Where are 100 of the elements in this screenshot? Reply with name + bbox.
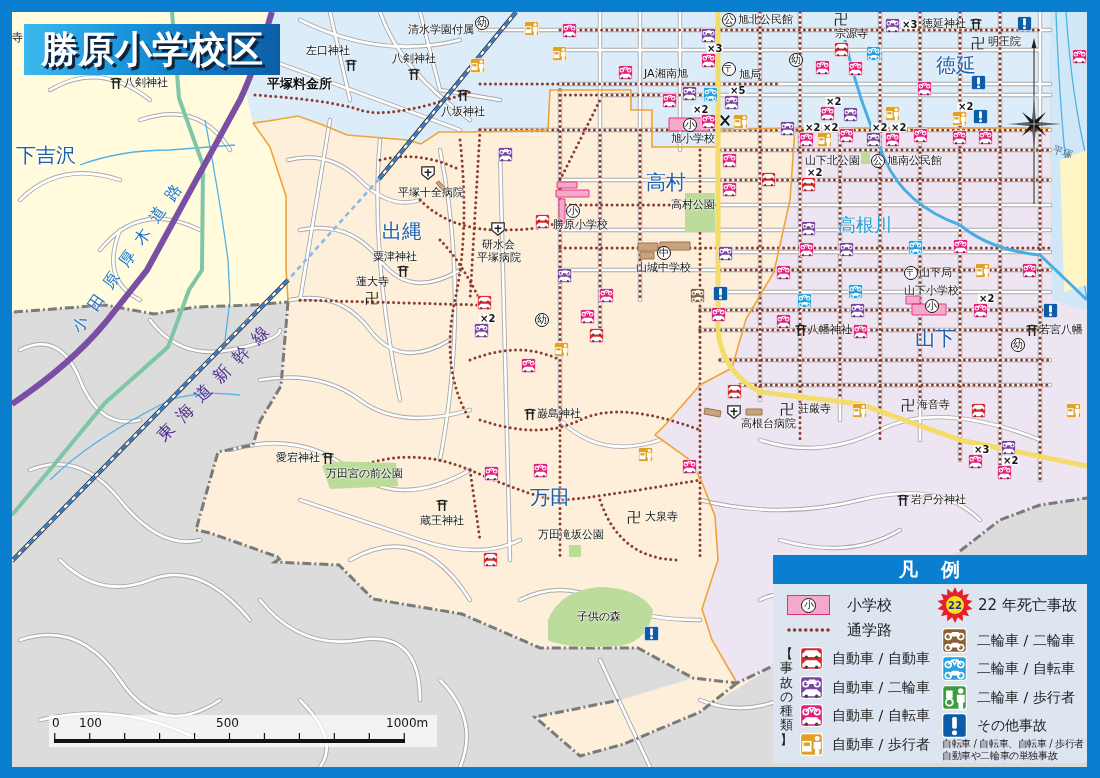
temple-symbol: 卍 [627,510,641,524]
accident-count: ×3 [901,20,919,29]
place-label: 清水学園付属 [408,24,474,36]
place-label: 左口神社 [306,45,350,57]
place-label: 粟津神社 [373,251,417,263]
accident-count: ×2 [804,122,822,132]
place-label: 山城中学校 [636,262,691,274]
shrine-icon [897,494,909,506]
place-label: 荘厳寺 [798,403,831,415]
place-label: 旭南公民館 [887,155,942,167]
accident-count: ×2 [692,105,710,114]
place-label: 寺 [12,32,23,44]
accident-count: ×2 [822,122,840,132]
legend-label: 通学路 [847,621,892,639]
place-label: 子供の森 [577,611,621,623]
shrine-icon [408,68,420,80]
hospital-icon [491,222,505,236]
park-area [569,545,581,557]
legend-note: 自転車 / 自転車、自転車 / 歩行者 [942,738,1085,750]
place-label: 旭小学校 [671,133,715,145]
temple-symbol: 卍 [365,291,379,305]
place-label: 万田滝坂公園 [538,529,604,541]
district-label: 山下 [915,327,955,349]
legend-label: 自動車 / 自動車 [832,650,930,667]
bicycle-and-car-icon [800,704,823,728]
accident-count: ×2 [1002,455,1020,465]
motorbike-and-car-icon [800,675,823,699]
district-label: 下吉沢 [16,144,76,166]
place-label: 平塚病院 [477,252,521,264]
place-label: 八剣神社 [124,77,168,89]
place-label: 岩戸分神社 [911,494,966,506]
accident-count: ×2 [978,293,996,303]
map-title: 勝原小学校区 [24,24,280,75]
shrine-icon [397,265,409,277]
place-label: 勝原小学校 [553,219,608,231]
shrine-icon [524,408,536,420]
scale-label: 100 [79,717,102,730]
accident-count: ×2 [806,167,824,177]
place-label: 山下局 [919,267,952,279]
place-label: JA湘南旭 [644,68,688,80]
legend-label: 二輪車 / 自転車 [977,660,1075,677]
accident-count: ×2 [957,101,975,111]
school-building [637,241,691,260]
two-motorbikes-icon [942,627,967,653]
place-label: 旭北公民館 [738,14,793,26]
car-and-pedestrian-icon [800,733,823,757]
legend-label: 小学校 [847,596,892,614]
legend-label: 自動車 / 自転車 [832,707,930,725]
exclamation-icon [942,713,967,738]
hospital-icon [421,166,435,180]
accident-count: ×2 [825,96,843,106]
place-label: 蓮大寺 [356,276,389,288]
place-label: 蔵王神社 [420,515,464,527]
fatal-accident-mark: 22 [937,587,973,623]
legend-label: 二輪車 / 歩行者 [977,688,1075,706]
shrine-icon [322,452,334,464]
accident-count: ×3 [973,444,991,454]
legend-note: 自動車や二輪車の単独事故 [942,750,1059,762]
temple-symbol: 卍 [834,12,848,26]
hospital-building [745,408,763,416]
place-label: 山下北公園 [805,155,860,167]
temple-symbol: 卍 [901,398,915,412]
legend-label: 二輪車 / 二輪車 [977,631,1075,649]
place-label: 山下小学校 [904,285,959,297]
shrine-icon [345,59,357,71]
cross-mark-icon [720,114,730,126]
place-label: 高根台病院 [741,418,796,430]
legend-label: 22 年死亡事故 [978,596,1077,614]
legend-label: 自動車 / 歩行者 [832,736,930,754]
accident-count: ×2 [890,122,908,132]
district-label: 万田 [530,486,570,508]
shrine-icon [970,18,982,30]
temple-symbol: 卍 [971,36,985,50]
school-mark: 小 [787,595,830,615]
hospital-building [703,407,722,418]
scale-label: 500 [216,717,239,730]
district-label: 徳延 [936,54,976,76]
shrine-icon [436,499,448,511]
bicycle-and-motorbike-icon [942,656,967,681]
place-label: 徳延神社 [922,18,966,30]
legend-label: 自動車 / 二輪車 [832,678,930,696]
scale-label: 1000m [386,717,429,730]
legend-label: その他事故 [977,717,1047,734]
scale-label: 0 [52,717,60,730]
motorbike-and-pedestrian-icon [942,684,967,710]
park-area [861,152,870,164]
place-label: 八剣神社 [392,53,436,65]
legend-group-label: 【事故の種類】 [780,647,793,749]
hospital-icon [727,405,741,419]
shrine-icon [795,324,807,336]
place-label: 海音寺 [917,399,950,411]
shrine-icon [457,89,469,101]
road-label: 平塚 [1051,143,1075,161]
place-label: 万田宮の前公園 [326,468,403,480]
place-label: 平塚料金所 [267,77,332,91]
legend-title: 凡 例 [773,555,1087,584]
district-label: 高村 [646,171,686,193]
place-label: 巌島神社 [537,408,581,420]
place-label: 大泉寺 [645,511,678,523]
place-label: 明王院 [988,36,1021,48]
